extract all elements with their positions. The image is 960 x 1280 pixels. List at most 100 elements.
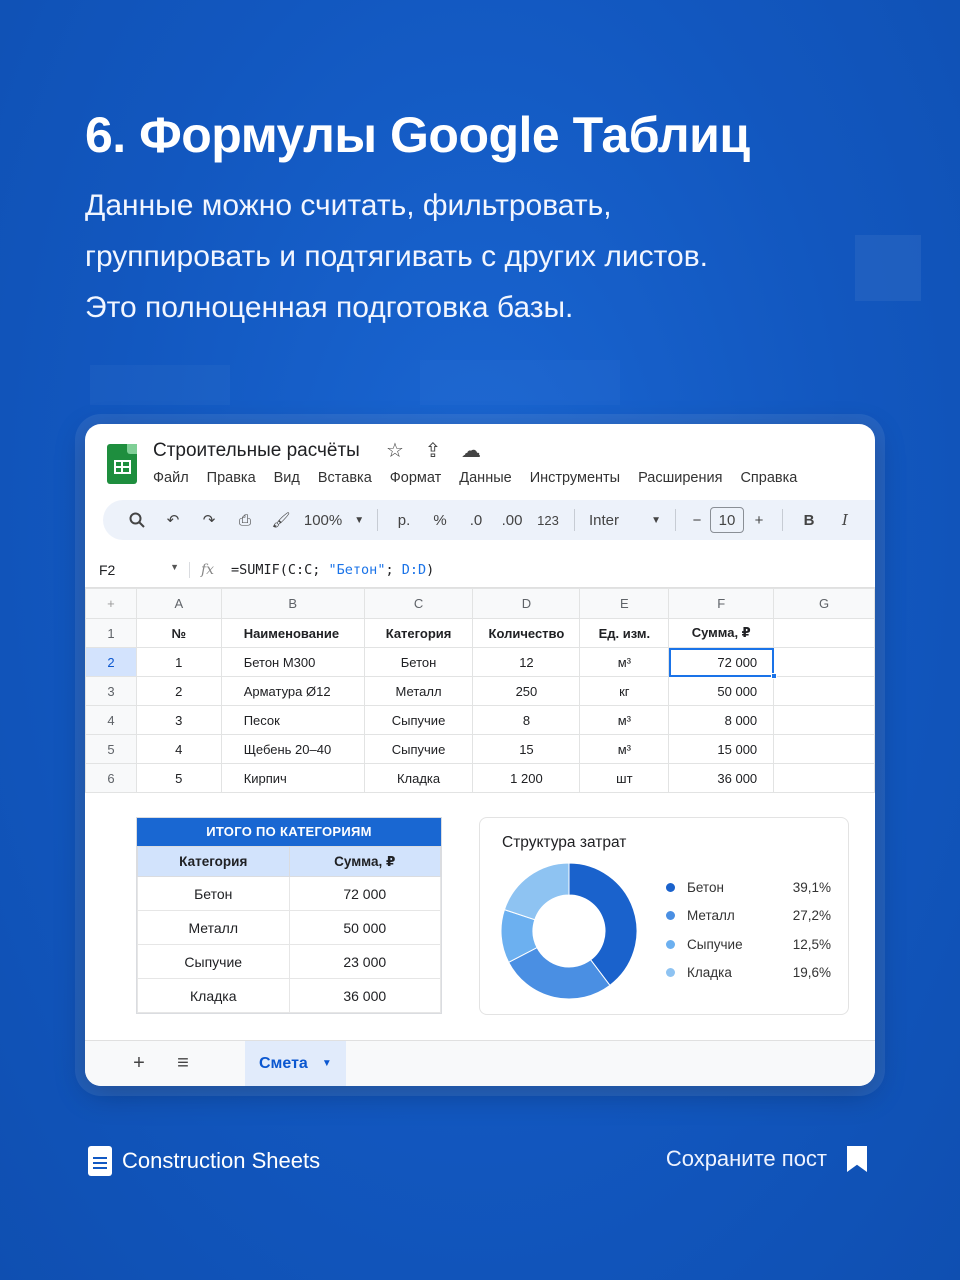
cell[interactable]: 5 [135, 763, 222, 793]
format-currency-button[interactable]: р. [386, 505, 422, 535]
summary-cell[interactable]: Сыпучие [137, 944, 290, 979]
document-title[interactable]: Строительные расчёты [153, 440, 360, 462]
cell[interactable]: Щебень 20–40 [220, 734, 365, 764]
cell[interactable] [773, 676, 875, 706]
paint-format-icon[interactable]: 🖌︎ [263, 505, 299, 535]
cell[interactable]: Сумма, ₽ [668, 618, 775, 648]
donut-slice-4[interactable] [503, 862, 570, 921]
cell[interactable]: Бетон [363, 647, 474, 677]
row-header[interactable]: 3 [85, 676, 137, 706]
increase-decimal-button[interactable]: .00 [494, 505, 530, 535]
footer-save[interactable]: Сохраните пост [666, 1146, 867, 1172]
cell[interactable]: Ед. изм. [579, 618, 670, 648]
cell[interactable]: Наименование [220, 618, 365, 648]
summary-cell[interactable]: Кладка [137, 978, 290, 1013]
formula-input[interactable]: =SUMIF(C:C; "Бетон"; D:D) [225, 562, 434, 578]
column-header-c[interactable]: C [363, 588, 474, 619]
cell[interactable]: 15 [472, 734, 581, 764]
select-all-corner[interactable]: + [85, 588, 137, 619]
bookmark-icon[interactable] [847, 1146, 867, 1172]
font-size-input[interactable]: 10 [710, 507, 744, 533]
cell[interactable] [773, 705, 875, 735]
column-header-f[interactable]: F [668, 588, 775, 619]
cell[interactable]: 36 000 [668, 763, 775, 793]
menu-extensions[interactable]: Расширения [638, 470, 722, 486]
cell[interactable]: 15 000 [668, 734, 775, 764]
cell[interactable]: № [135, 618, 222, 648]
cloud-status-icon[interactable]: ☁ [459, 438, 483, 463]
star-icon[interactable]: ☆ [383, 438, 407, 463]
bold-button[interactable]: B [791, 505, 827, 535]
search-menus-icon[interactable] [119, 505, 155, 535]
cell[interactable]: 2 [135, 676, 222, 706]
summary-cell[interactable]: 50 000 [288, 910, 441, 945]
menu-data[interactable]: Данные [459, 470, 511, 486]
summary-cell[interactable]: 23 000 [288, 944, 441, 979]
legend-item[interactable]: Сыпучие 12,5% [666, 930, 831, 959]
cell[interactable]: Кирпич [220, 763, 365, 793]
column-header-d[interactable]: D [472, 588, 581, 619]
cell[interactable] [773, 618, 875, 648]
cell[interactable]: Металл [363, 676, 474, 706]
zoom-select[interactable]: 100% ▼ [299, 505, 369, 535]
menu-insert[interactable]: Вставка [318, 470, 372, 486]
cell[interactable]: 12 [472, 647, 581, 677]
cell[interactable]: 8 [472, 705, 581, 735]
row-header[interactable]: 6 [85, 763, 137, 793]
font-size-increase-icon[interactable]: + [744, 505, 774, 535]
cell[interactable]: Количество [472, 618, 581, 648]
cell[interactable] [773, 647, 875, 677]
row-header[interactable]: 4 [85, 705, 137, 735]
more-formats-button[interactable]: 123 [530, 505, 566, 535]
donut-slice-2[interactable] [507, 946, 611, 1000]
add-sheet-button[interactable]: + [117, 1052, 161, 1075]
format-percent-button[interactable]: % [422, 505, 458, 535]
cell[interactable]: 8 000 [668, 705, 775, 735]
menu-format[interactable]: Формат [390, 470, 442, 486]
legend-item[interactable]: Металл 27,2% [666, 902, 831, 931]
cell[interactable]: Сыпучие [363, 705, 474, 735]
name-box[interactable]: F2 ▼ [85, 562, 189, 578]
cell[interactable]: 250 [472, 676, 581, 706]
menu-help[interactable]: Справка [740, 470, 797, 486]
cell[interactable]: 1 200 [472, 763, 581, 793]
menu-tools[interactable]: Инструменты [530, 470, 620, 486]
font-size-decrease-icon[interactable]: − [684, 505, 710, 535]
decrease-decimal-button[interactable]: .0 [458, 505, 494, 535]
cell[interactable]: м³ [579, 734, 670, 764]
sheet-tab-active[interactable]: Смета ▼ [245, 1040, 346, 1086]
row-header[interactable]: 5 [85, 734, 137, 764]
cell[interactable]: 4 [135, 734, 222, 764]
cell[interactable]: 3 [135, 705, 222, 735]
legend-item[interactable]: Бетон 39,1% [666, 873, 831, 902]
column-header-e[interactable]: E [579, 588, 670, 619]
menu-file[interactable]: Файл [153, 470, 189, 486]
sheets-logo-icon[interactable] [107, 444, 137, 484]
cell[interactable]: м³ [579, 705, 670, 735]
cell[interactable]: Песок [220, 705, 365, 735]
summary-cell[interactable]: 72 000 [288, 876, 441, 911]
italic-button[interactable]: I [827, 505, 863, 535]
donut-chart[interactable]: Структура затрат Бетон 39,1% Металл 27,2% Сы… [479, 817, 849, 1015]
font-select[interactable]: Inter ▼ [583, 505, 667, 535]
cell[interactable] [773, 734, 875, 764]
cell[interactable]: Арматура Ø12 [220, 676, 365, 706]
summary-cell[interactable]: Металл [137, 910, 290, 945]
cell[interactable]: Бетон М300 [220, 647, 365, 677]
active-cell[interactable]: 72 000 [668, 647, 775, 677]
cell[interactable]: Сыпучие [363, 734, 474, 764]
cell[interactable]: 50 000 [668, 676, 775, 706]
all-sheets-button[interactable]: ≡ [161, 1052, 205, 1075]
summary-cell[interactable]: 36 000 [288, 978, 441, 1013]
undo-icon[interactable]: ↶ [155, 505, 191, 535]
move-to-folder-icon[interactable]: ⇪ [421, 438, 445, 463]
chevron-down-icon[interactable]: ▼ [322, 1058, 332, 1069]
menu-view[interactable]: Вид [274, 470, 300, 486]
cell[interactable]: м³ [579, 647, 670, 677]
cell[interactable]: 1 [135, 647, 222, 677]
cell[interactable] [773, 763, 875, 793]
cell[interactable]: Категория [363, 618, 474, 648]
fill-handle[interactable] [771, 673, 777, 679]
redo-icon[interactable]: ↷ [191, 505, 227, 535]
column-header-b[interactable]: B [220, 588, 365, 619]
